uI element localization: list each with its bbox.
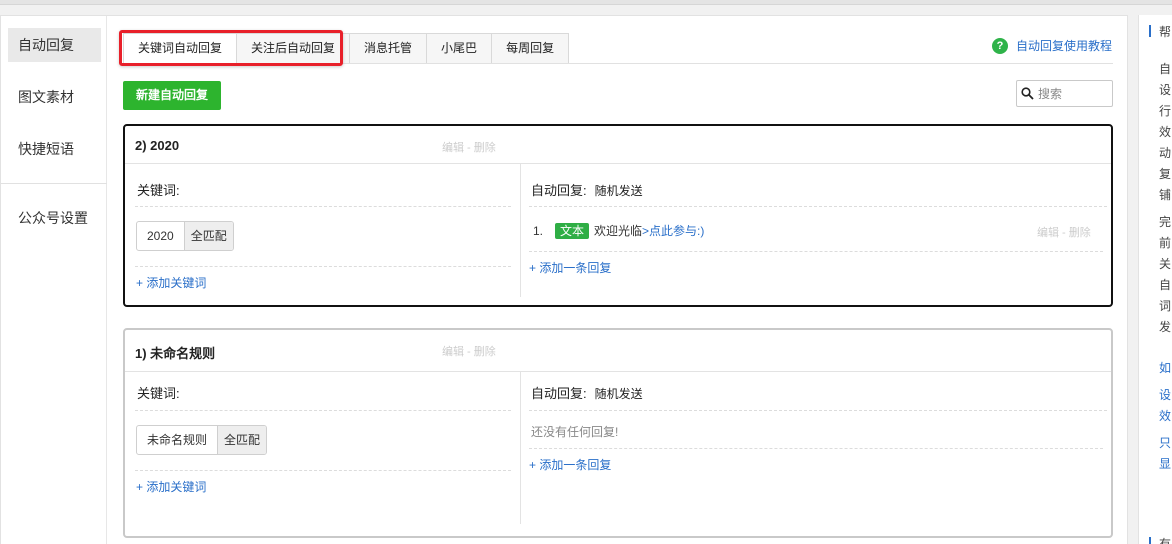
rule-card: 2) 2020 编辑 - 删除 关键词: 2020 全匹配 + 添加关键词 自动…: [123, 124, 1113, 307]
help-title: 帮: [1159, 25, 1172, 39]
search-box: [1016, 80, 1113, 107]
help-link[interactable]: 只: [1159, 434, 1171, 451]
help-line: 前: [1159, 236, 1172, 250]
add-keyword-link[interactable]: + 添加关键词: [136, 274, 206, 291]
help-line: 自: [1159, 278, 1172, 292]
rule-title: 2) 2020: [135, 138, 180, 153]
reply-mode: 随机发送: [594, 184, 643, 198]
help-title-bar: [1149, 25, 1151, 37]
help-link[interactable]: 设: [1159, 386, 1171, 403]
reply-index: 1.: [533, 223, 544, 238]
keyword-tag: 2020 全匹配: [136, 221, 234, 251]
help-line: 效: [1159, 125, 1172, 139]
reply-mode: 随机发送: [594, 387, 643, 401]
keyword-tag: 未命名规则 全匹配: [136, 425, 268, 455]
keyword-label: 关键词:: [137, 386, 180, 401]
keyword-label: 关键词:: [137, 183, 180, 198]
highlight-box: [119, 30, 343, 66]
help-line: 完: [1159, 215, 1172, 229]
help-panel: 帮 自 设 行 效 动 复 铺 完 前 关 自 词 发 如 设 效 只 显 有: [1138, 15, 1172, 544]
rule-title: 1) 未命名规则: [135, 346, 216, 361]
help-link[interactable]: 效: [1159, 407, 1171, 424]
sidebar-divider: [1, 183, 107, 184]
help-line: 自: [1159, 62, 1172, 76]
reply-edit-delete[interactable]: 编辑 - 删除: [1037, 224, 1091, 240]
rule-edit-delete[interactable]: 编辑 - 删除: [442, 139, 496, 155]
rule-header: 2) 2020 编辑 - 删除: [125, 126, 1111, 164]
question-icon: ?: [991, 37, 1008, 54]
add-keyword-link[interactable]: + 添加关键词: [136, 478, 206, 495]
dashed-divider: [529, 410, 1107, 411]
search-input[interactable]: [1038, 86, 1108, 101]
sidebar-item-auto-reply[interactable]: 自动回复: [8, 28, 101, 62]
search-icon: [1021, 87, 1034, 100]
dashed-divider: [135, 470, 511, 471]
add-reply-link[interactable]: + 添加一条回复: [529, 259, 611, 276]
help-line: 有: [1159, 537, 1172, 544]
reply-item: 1. 文本 欢迎光临 >点此参与:): [533, 222, 704, 239]
match-mode-toggle[interactable]: 全匹配: [217, 426, 267, 454]
dashed-divider: [529, 251, 1103, 252]
sidebar: 自动回复 图文素材 快捷短语 公众号设置: [1, 16, 107, 544]
dashed-divider: [135, 410, 511, 411]
help-link[interactable]: 显: [1159, 455, 1171, 472]
rule-header: 1) 未命名规则 编辑 - 删除: [125, 330, 1111, 372]
dashed-divider: [529, 448, 1103, 449]
help-tutorial-link[interactable]: ? 自动回复使用教程: [991, 37, 1112, 54]
reply-link[interactable]: >点此参与:): [642, 222, 704, 239]
reply-label: 自动回复:: [531, 183, 587, 198]
sidebar-item-account-settings[interactable]: 公众号设置: [8, 201, 101, 235]
help-line: 复: [1159, 167, 1172, 181]
rule-edit-delete[interactable]: 编辑 - 删除: [442, 343, 496, 359]
tab-message-hosting[interactable]: 消息托管: [350, 33, 428, 64]
column-divider: [520, 164, 521, 297]
dashed-divider: [135, 206, 511, 207]
reply-type-badge: 文本: [555, 222, 590, 239]
reply-label-row: 自动回复: 随机发送: [531, 180, 643, 199]
sidebar-item-quick-phrases[interactable]: 快捷短语: [8, 132, 101, 166]
tab-tail[interactable]: 小尾巴: [427, 33, 493, 64]
help-line: 动: [1159, 146, 1172, 160]
help-line: 设: [1159, 83, 1172, 97]
help-line: 词: [1159, 299, 1172, 313]
help-line: 发: [1159, 320, 1172, 334]
match-mode-toggle[interactable]: 全匹配: [183, 222, 233, 250]
column-divider: [520, 372, 521, 524]
dashed-divider: [529, 206, 1107, 207]
help-tutorial-label: 自动回复使用教程: [1015, 39, 1112, 53]
reply-label: 自动回复:: [531, 386, 587, 401]
keyword-text: 2020: [147, 229, 174, 243]
help-line: 铺: [1159, 188, 1172, 202]
add-reply-link[interactable]: + 添加一条回复: [529, 456, 611, 473]
keyword-text: 未命名规则: [147, 433, 208, 447]
tab-weekly-reply[interactable]: 每周回复: [492, 33, 570, 64]
help-link[interactable]: 如: [1159, 359, 1171, 376]
help-line: 行: [1159, 104, 1172, 118]
reply-label-row: 自动回复: 随机发送: [531, 383, 643, 402]
sidebar-item-graphic-material[interactable]: 图文素材: [8, 80, 101, 114]
reply-text: 欢迎光临: [594, 224, 643, 238]
empty-replies-text: 还没有任何回复!: [531, 425, 619, 439]
new-auto-reply-button[interactable]: 新建自动回复: [123, 81, 221, 110]
main-panel: 自动回复 图文素材 快捷短语 公众号设置 关键词自动回复 关注后自动回复 消息托…: [0, 15, 1128, 544]
rule-card: 1) 未命名规则 编辑 - 删除 关键词: 未命名规则 全匹配 + 添加关键词 …: [123, 328, 1113, 538]
top-bar: [0, 0, 1172, 5]
help-line: 关: [1159, 257, 1172, 271]
dashed-divider: [135, 266, 511, 267]
help-section-bar: [1149, 537, 1151, 544]
